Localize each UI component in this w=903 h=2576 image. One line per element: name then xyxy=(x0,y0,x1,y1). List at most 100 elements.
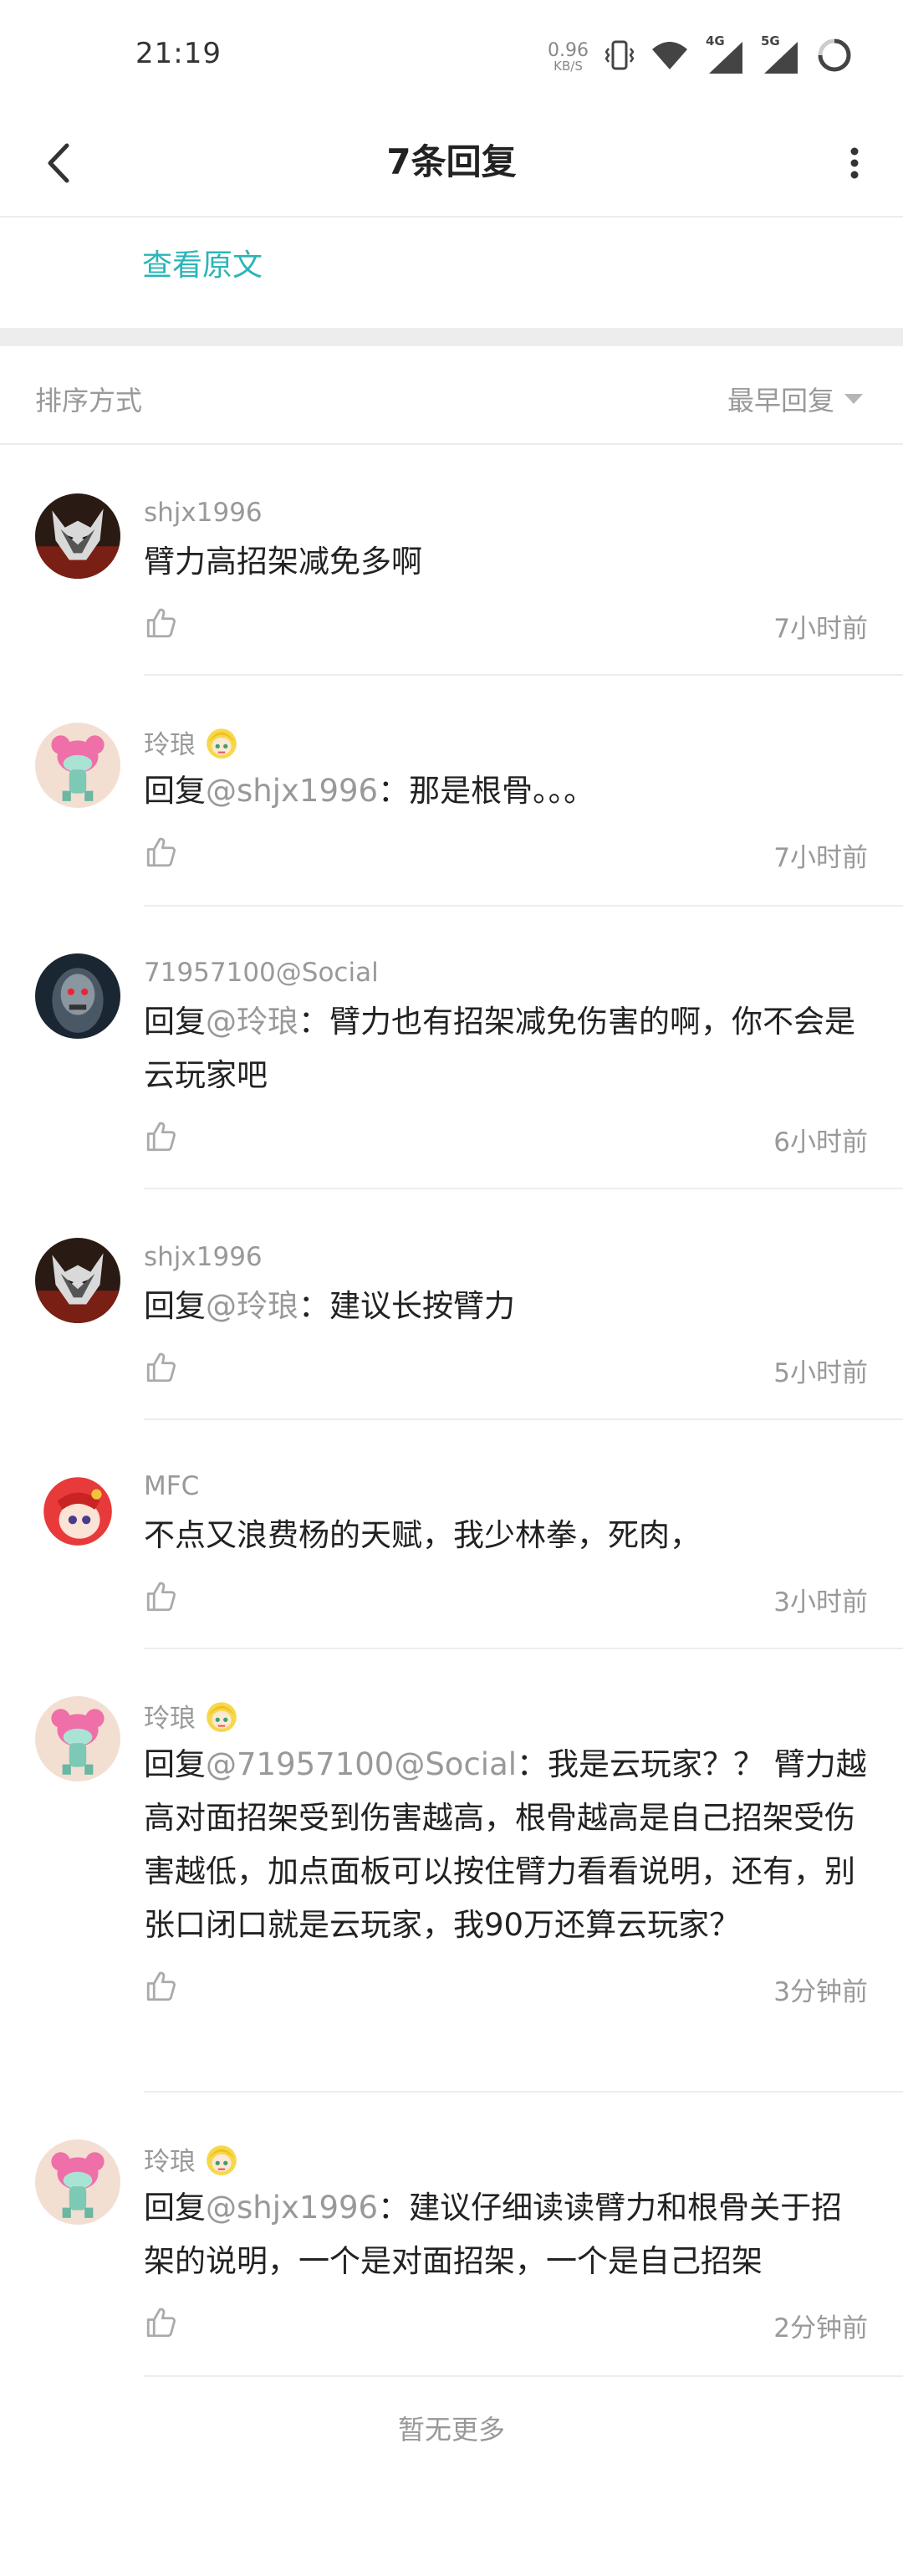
username-text: shjx1996 xyxy=(144,498,263,528)
thumbs-up-icon[interactable] xyxy=(144,1579,179,1614)
comment-meta: 3分钟前 xyxy=(144,1960,868,2019)
reply-prefix: 回复 xyxy=(144,1288,206,1324)
comment-body: MFC 不点又浪费杨的天赋，我少林拳，死肉， 3小时前 xyxy=(144,1467,868,1629)
comment-meta: 7小时前 xyxy=(144,597,868,656)
network-speed-value: 0.96 xyxy=(548,39,589,61)
comment-username[interactable]: shjx1996 xyxy=(144,1238,868,1276)
mention-separator: ： xyxy=(517,1746,548,1782)
avatar[interactable] xyxy=(35,2139,120,2225)
cell-4g-label: 4G xyxy=(706,33,725,49)
avatar[interactable] xyxy=(35,1696,120,1781)
divider xyxy=(144,674,903,676)
comment-body: shjx1996 臂力高招架减免多啊 7小时前 xyxy=(144,493,868,656)
no-more-label: 暂无更多 xyxy=(397,2414,505,2446)
reply-prefix: 回复 xyxy=(144,2190,206,2226)
mention-link[interactable]: @玲琅 xyxy=(206,1004,298,1040)
comment-time: 7小时前 xyxy=(773,614,868,644)
more-options-button[interactable] xyxy=(829,132,880,194)
status-time: 21:19 xyxy=(135,37,222,70)
caret-down-icon xyxy=(844,394,863,404)
battery-icon xyxy=(816,37,853,77)
avatar[interactable] xyxy=(35,723,120,808)
comment-body: 71957100@Social 回复@玲琅：臂力也有招架减免伤害的啊，你不会是云… xyxy=(144,953,868,1169)
mention-separator: ： xyxy=(298,1004,329,1040)
thumbs-up-icon[interactable] xyxy=(144,1119,179,1154)
cell-signal-4g-icon: 4G xyxy=(706,33,744,75)
comment-text: 回复@玲琅：建议长按臂力 xyxy=(144,1280,868,1333)
header: 7条回复 xyxy=(0,109,903,217)
username-text: 玲琅 xyxy=(144,1703,196,1734)
divider xyxy=(144,905,903,907)
thumbs-up-icon[interactable] xyxy=(144,1969,179,2004)
comment-time: 3小时前 xyxy=(773,1587,868,1618)
comment-time: 7小时前 xyxy=(773,843,868,873)
comment-text: 回复@71957100@Social：我是云玩家？？ 臂力越高对面招架受到伤害越… xyxy=(144,1738,868,1952)
comment-content: 臂力高招架减免多啊 xyxy=(144,544,422,580)
comment-time: 5小时前 xyxy=(773,1358,868,1388)
comment-body: 玲琅 回复@shjx1996：建议仔细读读臂力和根骨关于招架的说明，一个是对面招… xyxy=(144,2139,868,2355)
mention-link[interactable]: @71957100@Social xyxy=(206,1746,517,1782)
view-original-link[interactable]: 查看原文 xyxy=(142,241,263,284)
section-separator xyxy=(0,328,903,346)
username-text: shjx1996 xyxy=(144,1242,263,1272)
thumbs-up-icon[interactable] xyxy=(144,606,179,641)
comment-body: shjx1996 回复@玲琅：建议长按臂力 5小时前 xyxy=(144,1238,868,1400)
comment-username[interactable]: 玲琅 xyxy=(144,723,868,761)
status-bar: 21:19 0.96 KB/S 4G 5G xyxy=(0,0,903,109)
divider xyxy=(144,2091,903,2093)
comment-body: 玲琅 回复@71957100@Social：我是云玩家？？ 臂力越高对面招架受到… xyxy=(144,1696,868,2019)
comment-text: 臂力高招架减免多啊 xyxy=(144,535,868,589)
avatar[interactable] xyxy=(35,493,120,579)
vibrate-icon xyxy=(605,38,635,75)
username-text: MFC xyxy=(144,1471,200,1501)
user-badge-icon xyxy=(204,724,239,759)
mention-link[interactable]: @玲琅 xyxy=(206,1288,298,1324)
comment-meta: 7小时前 xyxy=(144,826,868,885)
comment-text: 回复@shjx1996：建议仔细读读臂力和根骨关于招架的说明，一个是对面招架，一… xyxy=(144,2181,868,2288)
sort-value: 最早回复 xyxy=(727,385,834,417)
user-badge-icon xyxy=(204,2141,239,2176)
comment-time: 6小时前 xyxy=(773,1127,868,1158)
comment-meta: 6小时前 xyxy=(144,1111,868,1169)
status-icons: 0.96 KB/S 4G 5G xyxy=(548,32,853,82)
divider xyxy=(144,1418,903,1420)
mention-link[interactable]: @shjx1996 xyxy=(206,2190,378,2226)
comment-content: 不点又浪费杨的天赋，我少林拳，死肉， xyxy=(144,1517,701,1553)
comment-username[interactable]: 玲琅 xyxy=(144,2139,868,2178)
avatar[interactable] xyxy=(35,953,120,1039)
mention-link[interactable]: @shjx1996 xyxy=(206,773,378,809)
comment-username[interactable]: MFC xyxy=(144,1467,868,1505)
avatar[interactable] xyxy=(35,1467,120,1552)
comment-meta: 2分钟前 xyxy=(144,2297,868,2355)
user-badge-icon xyxy=(204,1698,239,1733)
mention-separator: ： xyxy=(378,773,410,809)
sort-label: 排序方式 xyxy=(35,385,143,417)
comment-username[interactable]: 玲琅 xyxy=(144,1696,868,1735)
page-title: 7条回复 xyxy=(386,141,517,182)
reply-prefix: 回复 xyxy=(144,1004,206,1040)
thumbs-up-icon[interactable] xyxy=(144,835,179,870)
comment-username[interactable]: shjx1996 xyxy=(144,493,868,532)
comment-text: 回复@shjx1996：那是根骨。。。 xyxy=(144,764,868,818)
comment-text: 不点又浪费杨的天赋，我少林拳，死肉， xyxy=(144,1509,868,1562)
comment-content: 那是根骨。。。 xyxy=(409,773,595,809)
thumbs-up-icon[interactable] xyxy=(144,1350,179,1385)
divider xyxy=(144,1188,903,1189)
wifi-icon xyxy=(650,39,689,74)
comment-meta: 3小时前 xyxy=(144,1571,868,1629)
network-speed: 0.96 KB/S xyxy=(548,39,589,74)
cell-signal-5g-icon: 5G xyxy=(761,33,799,75)
comment-content: 建议长按臂力 xyxy=(329,1288,515,1324)
comment-time: 2分钟前 xyxy=(773,2313,868,2343)
thumbs-up-icon[interactable] xyxy=(144,2305,179,2340)
reply-prefix: 回复 xyxy=(144,1746,206,1782)
sort-dropdown[interactable]: 最早回复 xyxy=(727,380,863,418)
divider xyxy=(144,2375,903,2377)
cell-5g-label: 5G xyxy=(761,33,780,49)
comment-text: 回复@玲琅：臂力也有招架减免伤害的啊，你不会是云玩家吧 xyxy=(144,995,868,1102)
comment-meta: 5小时前 xyxy=(144,1342,868,1400)
avatar[interactable] xyxy=(35,1238,120,1323)
network-speed-unit: KB/S xyxy=(554,58,583,74)
comment-username[interactable]: 71957100@Social xyxy=(144,953,868,992)
comment-body: 玲琅 回复@shjx1996：那是根骨。。。 7小时前 xyxy=(144,723,868,885)
